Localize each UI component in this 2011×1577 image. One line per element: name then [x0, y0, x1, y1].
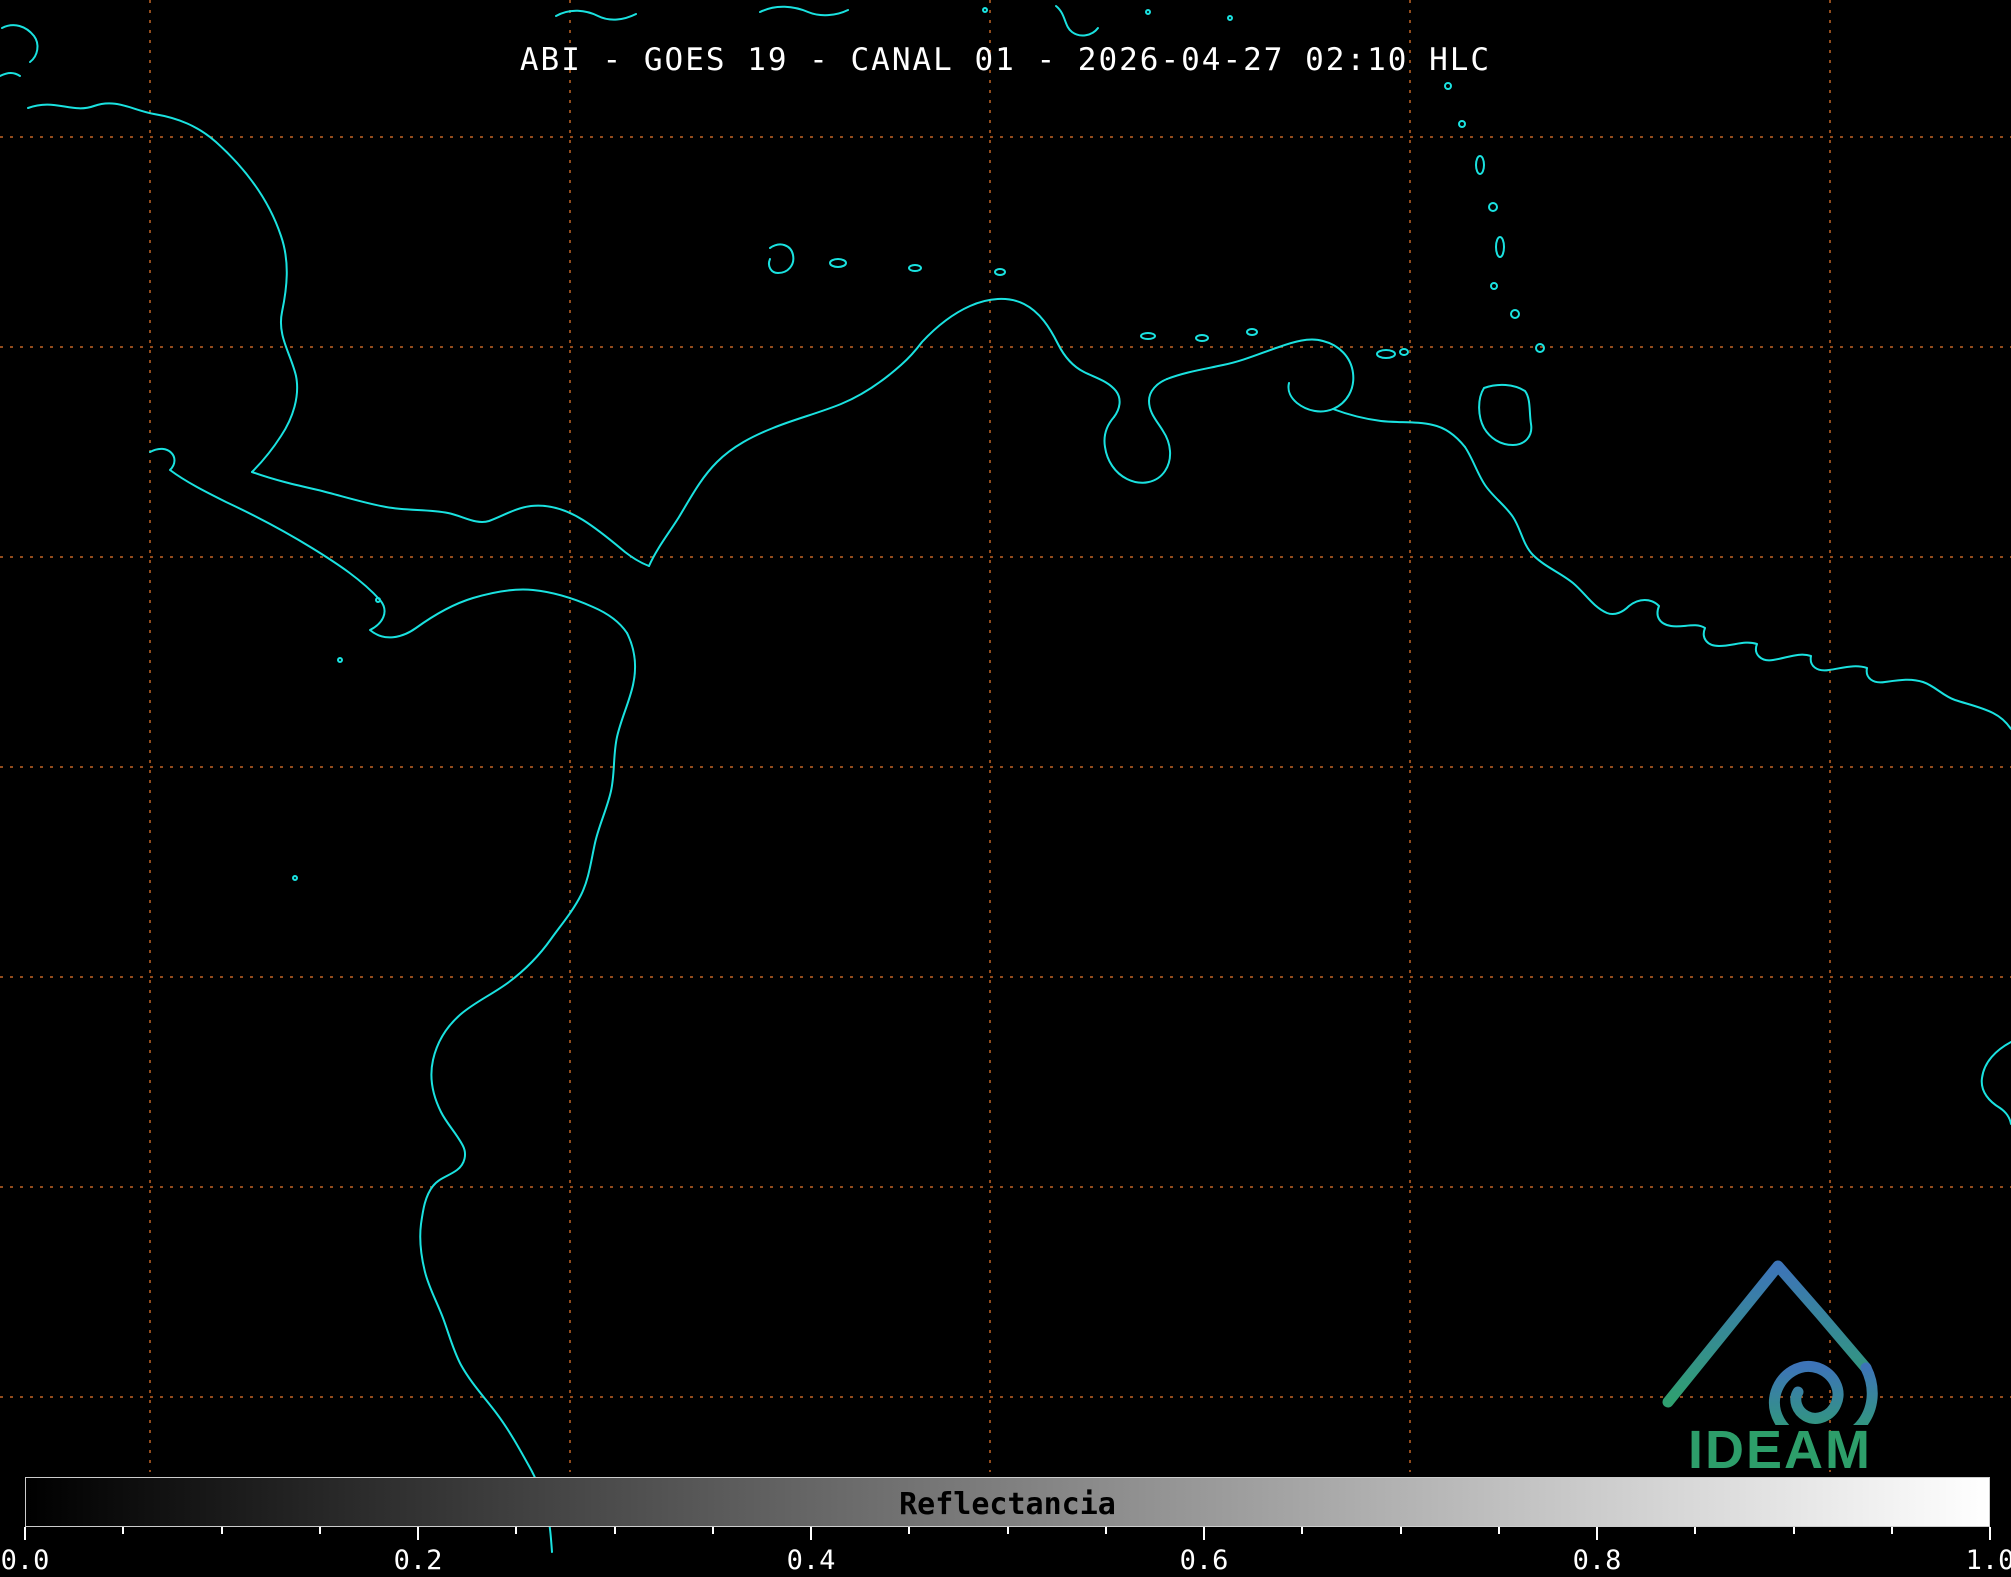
coastline-segment	[28, 103, 297, 472]
colorbar-tick-label: 0.8	[1573, 1545, 1622, 1576]
coastline-segment	[1104, 379, 1170, 483]
island	[1247, 329, 1257, 335]
colorbar-minor-tick	[1891, 1527, 1893, 1534]
island	[1445, 83, 1451, 89]
colorbar-minor-tick	[1498, 1527, 1500, 1534]
island	[995, 269, 1005, 275]
island	[1459, 121, 1465, 127]
colorbar-minor-tick	[221, 1527, 223, 1534]
colorbar-tick-label: 0.0	[1, 1545, 50, 1576]
colorbar-minor-tick	[515, 1527, 517, 1534]
colorbar-major-tick	[24, 1527, 26, 1540]
colorbar-minor-tick	[908, 1527, 910, 1534]
coastline-segment	[150, 449, 627, 638]
colorbar-major-tick	[810, 1527, 812, 1540]
island	[1146, 10, 1150, 14]
island	[909, 265, 921, 271]
island	[1141, 333, 1155, 339]
colorbar-minor-tick	[319, 1527, 321, 1534]
coastline-segment	[556, 11, 636, 20]
coastline-segment	[252, 472, 649, 566]
coastline-segment	[420, 633, 635, 1552]
colorbar-major-tick	[1203, 1527, 1205, 1540]
colorbar-minor-tick	[1301, 1527, 1303, 1534]
satellite-image-viewport: ABI - GOES 19 - CANAL 01 - 2026-04-27 02…	[0, 0, 2011, 1577]
colorbar-minor-tick	[1400, 1527, 1402, 1534]
colorbar-minor-tick	[614, 1527, 616, 1534]
island	[293, 876, 297, 880]
colorbar-major-tick	[417, 1527, 419, 1540]
island	[1489, 203, 1497, 211]
image-title: ABI - GOES 19 - CANAL 01 - 2026-04-27 02…	[0, 42, 2011, 78]
ideam-logo: IDEAM	[1655, 1250, 1905, 1485]
island	[1536, 344, 1544, 352]
colorbar-minor-tick	[712, 1527, 714, 1534]
colorbar-tick-label: 0.6	[1180, 1545, 1229, 1576]
coastline-segment	[1982, 1042, 2011, 1124]
colorbar-tick-label: 1.0	[1966, 1545, 2011, 1576]
colorbar-minor-tick	[1694, 1527, 1696, 1534]
colorbar-major-tick	[1596, 1527, 1598, 1540]
island	[1479, 385, 1531, 445]
island	[830, 259, 846, 267]
colorbar-tick-label: 0.4	[787, 1545, 836, 1576]
colorbar: Reflectancia 0.0 0.2 0.4 0.6 0.8 1.0	[25, 1477, 1990, 1577]
coastline-segment	[1465, 447, 2011, 729]
colorbar-tick-label: 0.2	[394, 1545, 443, 1576]
colorbar-minor-tick	[1793, 1527, 1795, 1534]
island	[376, 598, 380, 602]
island	[1476, 156, 1484, 174]
ideam-logo-text: IDEAM	[1655, 1419, 1905, 1481]
colorbar-minor-tick	[122, 1527, 124, 1534]
island	[1511, 310, 1519, 318]
island	[983, 8, 987, 12]
coastline-segment	[1333, 409, 1465, 447]
island	[1196, 335, 1208, 341]
coastline-segment	[649, 299, 1120, 566]
coastline-segment	[1167, 340, 1353, 412]
coastline-segment	[760, 7, 848, 15]
island	[1377, 350, 1395, 358]
colorbar-minor-tick	[1105, 1527, 1107, 1534]
island	[1228, 16, 1232, 20]
island	[769, 244, 793, 273]
ideam-logo-graphic	[1660, 1250, 1900, 1425]
colorbar-major-tick	[1989, 1527, 1991, 1540]
coastline-segment	[1056, 6, 1098, 35]
colorbar-minor-tick	[1007, 1527, 1009, 1534]
colorbar-gradient: Reflectancia	[25, 1477, 1990, 1527]
hurricane-spiral-icon	[1774, 1366, 1872, 1425]
island	[1496, 237, 1504, 257]
island	[1491, 283, 1497, 289]
island	[1400, 349, 1408, 355]
colorbar-label: Reflectancia	[26, 1487, 1989, 1522]
island	[338, 658, 342, 662]
